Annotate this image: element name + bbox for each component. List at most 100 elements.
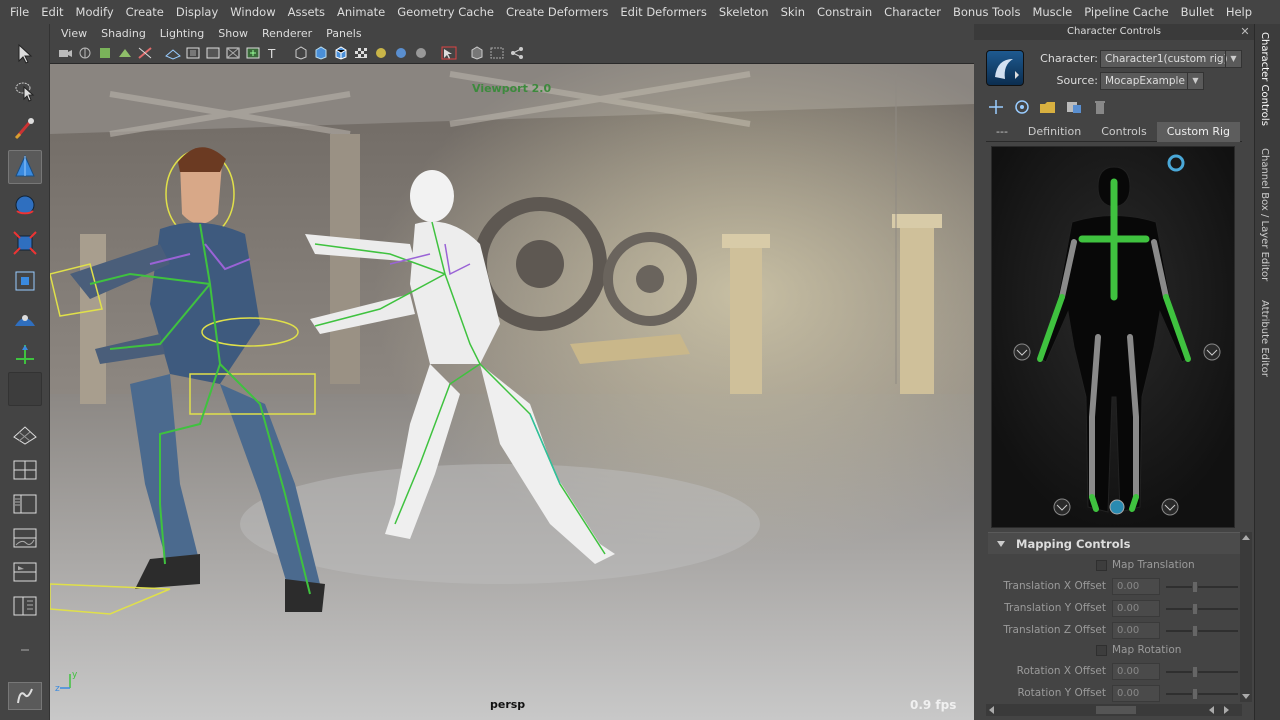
soft-modification-tool[interactable] (8, 302, 42, 336)
slider-handle[interactable] (1192, 625, 1198, 637)
menu-create-deformers[interactable]: Create Deformers (500, 5, 614, 19)
menu-character[interactable]: Character (878, 5, 947, 19)
rotate-tool[interactable] (8, 188, 42, 222)
mapping-controls-header[interactable]: Mapping Controls (988, 532, 1240, 554)
slider-handle[interactable] (1192, 666, 1198, 678)
select-move-button[interactable] (986, 98, 1006, 116)
ambient-occlusion-button[interactable] (412, 44, 430, 62)
left-hand-expand-icon[interactable] (1012, 342, 1032, 362)
lighting-button[interactable] (372, 44, 390, 62)
full-body-button[interactable] (1012, 98, 1032, 116)
xray-components-button[interactable] (508, 44, 526, 62)
layout-persp-graph[interactable] (8, 524, 42, 552)
rotation-y-offset-field[interactable]: 0.00 (1112, 685, 1160, 702)
image-plane-button[interactable] (116, 44, 134, 62)
translation-x-offset-slider[interactable] (1166, 586, 1238, 588)
horizontal-scrollbar[interactable] (986, 704, 1242, 716)
show-manipulator-tool[interactable] (8, 338, 42, 372)
full-body-effector-icon[interactable] (1166, 153, 1186, 173)
hips-effector-icon[interactable] (1107, 497, 1127, 517)
delete-button[interactable] (1090, 98, 1110, 116)
textured-button[interactable] (352, 44, 370, 62)
slider-handle[interactable] (1192, 581, 1198, 593)
menu-assets[interactable]: Assets (282, 5, 331, 19)
scale-tool[interactable] (8, 226, 42, 260)
hik-logo-button[interactable] (986, 50, 1024, 86)
move-tool[interactable] (8, 150, 42, 184)
menu-modify[interactable]: Modify (70, 5, 120, 19)
wireframe-on-shaded-button[interactable] (332, 44, 350, 62)
menu-bonus-tools[interactable]: Bonus Tools (947, 5, 1026, 19)
slider-handle[interactable] (1192, 603, 1198, 615)
xray-button[interactable] (468, 44, 486, 62)
panel-menu-show[interactable]: Show (211, 27, 255, 40)
translation-y-offset-slider[interactable] (1166, 608, 1238, 610)
menu-animate[interactable]: Animate (331, 5, 391, 19)
xray-joints-button[interactable] (488, 44, 506, 62)
menu-bullet[interactable]: Bullet (1175, 5, 1220, 19)
character-dropdown[interactable]: Character1(custom rig) ▼ (1100, 50, 1242, 68)
layout-hypershade[interactable] (8, 558, 42, 586)
menu-edit-deformers[interactable]: Edit Deformers (614, 5, 712, 19)
character-tools-button[interactable] (1064, 98, 1084, 116)
map-translation-checkbox[interactable]: Map Translation (988, 556, 1240, 576)
select-tool[interactable] (8, 36, 42, 70)
tab-definition[interactable]: Definition (1018, 122, 1091, 142)
translation-y-offset-field[interactable]: 0.00 (1112, 600, 1160, 617)
paint-select-tool[interactable] (8, 112, 42, 146)
source-dropdown[interactable]: MocapExample ▼ (1100, 72, 1204, 90)
slider-handle[interactable] (1192, 688, 1198, 700)
wireframe-button[interactable] (292, 44, 310, 62)
panel-menu-view[interactable]: View (54, 27, 94, 40)
tab-custom-rig[interactable]: Custom Rig (1156, 122, 1241, 142)
field-chart-button[interactable] (244, 44, 262, 62)
universal-manipulator-tool[interactable] (8, 264, 42, 298)
viewport-3d[interactable]: Viewport 2.0 y z persp 0.9 fps (50, 64, 974, 720)
menu-skeleton[interactable]: Skeleton (713, 5, 775, 19)
close-icon[interactable]: ✕ (1238, 26, 1252, 38)
last-used-tool[interactable] (8, 372, 42, 406)
menu-window[interactable]: Window (224, 5, 281, 19)
vertical-scrollbar[interactable] (1240, 532, 1252, 702)
menu-help[interactable]: Help (1220, 5, 1258, 19)
panel-menu-renderer[interactable]: Renderer (255, 27, 319, 40)
custom-rig-figure[interactable] (991, 146, 1235, 528)
rotation-y-offset-slider[interactable] (1166, 693, 1238, 695)
left-foot-expand-icon[interactable] (1052, 497, 1072, 517)
translation-x-offset-field[interactable]: 0.00 (1112, 578, 1160, 595)
side-tab-attribute-editor[interactable]: Attribute Editor (1259, 300, 1270, 377)
side-tab-channel-box[interactable]: Channel Box / Layer Editor (1259, 148, 1270, 281)
menu-geometry-cache[interactable]: Geometry Cache (391, 5, 500, 19)
checkbox[interactable] (1096, 645, 1107, 656)
layout-persp-outliner[interactable] (8, 490, 42, 518)
tab-collapse[interactable]: --- (986, 122, 1018, 142)
panel-menu-shading[interactable]: Shading (94, 27, 153, 40)
menu-skin[interactable]: Skin (775, 5, 811, 19)
right-foot-expand-icon[interactable] (1160, 497, 1180, 517)
open-folder-button[interactable] (1038, 98, 1058, 116)
layout-single-pane[interactable] (8, 420, 42, 448)
film-gate-button[interactable] (184, 44, 202, 62)
camera-attributes-button[interactable] (76, 44, 94, 62)
grid-toggle-button[interactable] (164, 44, 182, 62)
maya-logo-button[interactable] (8, 682, 42, 710)
smooth-shade-button[interactable] (312, 44, 330, 62)
rotation-x-offset-slider[interactable] (1166, 671, 1238, 673)
select-camera-button[interactable] (56, 44, 74, 62)
bookmarks-button[interactable] (96, 44, 114, 62)
resolution-gate-button[interactable] (204, 44, 222, 62)
menu-edit[interactable]: Edit (35, 5, 69, 19)
gate-mask-button[interactable] (224, 44, 242, 62)
side-tab-character-controls[interactable]: Character Controls (1259, 32, 1270, 126)
panel-menu-panels[interactable]: Panels (319, 27, 368, 40)
layout-persp-script[interactable] (8, 592, 42, 620)
menu-file[interactable]: File (4, 5, 35, 19)
menu-pipeline-cache[interactable]: Pipeline Cache (1078, 5, 1174, 19)
isolate-select-button[interactable] (440, 44, 458, 62)
checkbox[interactable] (1096, 560, 1107, 571)
translation-z-offset-field[interactable]: 0.00 (1112, 622, 1160, 639)
menu-display[interactable]: Display (170, 5, 224, 19)
shadows-button[interactable] (392, 44, 410, 62)
panel-menu-lighting[interactable]: Lighting (153, 27, 211, 40)
safe-action-button[interactable]: T (264, 44, 282, 62)
